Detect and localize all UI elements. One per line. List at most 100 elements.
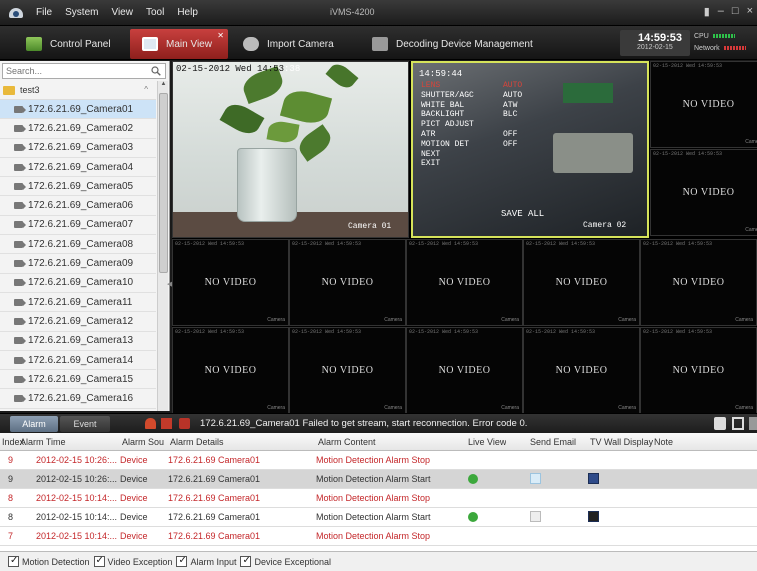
column-header[interactable]: Alarm Content xyxy=(318,437,376,447)
filter-video-exception-checkbox[interactable] xyxy=(93,555,105,567)
pin-icon[interactable] xyxy=(714,417,726,430)
camera-tree-item[interactable]: 172.6.21.69_Camera02 xyxy=(0,119,156,139)
camera-tree-item[interactable]: 172.6.21.69_Camera14 xyxy=(0,351,156,371)
scroll-up-icon[interactable]: ▲ xyxy=(159,81,168,90)
camera-tree-item[interactable]: 172.6.21.69_Camera09 xyxy=(0,254,156,274)
video-cell-empty[interactable]: 02-15-2012 Wed 14:59:53 NO VIDEO Camera xyxy=(289,239,406,326)
tab-import-camera[interactable]: Import Camera xyxy=(235,29,355,59)
scroll-thumb[interactable] xyxy=(159,93,168,273)
camera-tree-item[interactable]: 172.6.21.69_Camera04 xyxy=(0,158,156,178)
tv-wall-icon[interactable] xyxy=(588,511,599,522)
camera-tree-item[interactable]: 172.6.21.69_Camera15 xyxy=(0,370,156,390)
filter-motion-label: Motion Detection xyxy=(22,556,90,567)
tab-decoding-device[interactable]: Decoding Device Management xyxy=(368,29,538,59)
column-header[interactable]: TV Wall Display xyxy=(590,437,653,447)
camera-icon xyxy=(243,37,259,51)
column-header[interactable]: Alarm Details xyxy=(170,437,224,447)
clear-alarm-icon[interactable] xyxy=(161,418,172,429)
menu-view[interactable]: View xyxy=(111,7,133,18)
video-cell-empty[interactable]: 02-15-2012 Wed 14:59:53 NO VIDEO Camera xyxy=(406,239,523,326)
menu-tool[interactable]: Tool xyxy=(146,7,164,18)
alarm-cell-time: 2012-02-15 10:26:... xyxy=(36,455,118,465)
video-cell-empty[interactable]: 02-15-2012 Wed 14:59:53 NO VIDEO Camera xyxy=(172,327,289,414)
camera-tree-item[interactable]: 172.6.21.69_Camera16 xyxy=(0,389,156,409)
menu-system[interactable]: System xyxy=(65,7,98,18)
camera-tree-item[interactable]: 172.6.21.69_Camera12 xyxy=(0,312,156,332)
tv-wall-icon[interactable] xyxy=(588,473,599,484)
camera-tree-item[interactable]: 172.6.21.69_Camera01 xyxy=(0,100,156,120)
menu-help[interactable]: Help xyxy=(177,7,198,18)
camera-tree-label: 172.6.21.69_Camera08 xyxy=(28,238,134,250)
tab-close-icon[interactable]: ✕ xyxy=(217,31,224,40)
video-cell-empty[interactable]: 02-15-2012 Wed 14:59:53 NO VIDEO Camera xyxy=(289,327,406,414)
clock-display: 14:59:53 2012-02-15 xyxy=(620,30,690,56)
menu-file[interactable]: File xyxy=(36,7,52,18)
tab-main-view[interactable]: Main View ✕ xyxy=(130,29,228,59)
vase-image xyxy=(237,148,297,222)
camera-tree-item[interactable]: 172.6.21.69_Camera05 xyxy=(0,177,156,197)
video-cell-1[interactable]: 02-15-2012 Wed 14:53:38 Camera 01 xyxy=(172,61,409,238)
column-header[interactable]: Alarm Sou xyxy=(122,437,164,447)
video-cell-2[interactable]: 14:59:44 LENS AUTO SHUTTER/AGC AUTO WHITE BA… xyxy=(411,61,649,238)
tree-group[interactable]: test3 ^ xyxy=(0,81,156,100)
email-icon[interactable] xyxy=(530,511,541,522)
close-icon[interactable]: × xyxy=(747,5,753,18)
video-cell-empty[interactable]: 02-15-2012 Wed 14:59:53 NO VIDEO Camera xyxy=(523,327,640,414)
osd-item-label: WHITE BAL xyxy=(421,100,465,110)
camera-tree-item[interactable]: 172.6.21.69_Camera13 xyxy=(0,332,156,351)
camera-icon xyxy=(14,317,26,325)
video-cell-empty[interactable]: 02-15-2012 Wed 14:59:53 NO VIDEO Camera xyxy=(172,239,289,326)
tab-control-panel[interactable]: Control Panel xyxy=(14,29,124,59)
alarm-row[interactable]: 8 2012-02-15 10:14:... Device 172.6.21.69 C… xyxy=(0,508,757,527)
camera-tree-label: 172.6.21.69_Camera09 xyxy=(28,258,134,270)
search-input[interactable] xyxy=(3,64,143,78)
camera-tree-item[interactable]: 172.6.21.69_Camera06 xyxy=(0,196,156,216)
video-cell-empty[interactable]: 02-15-2012 Wed 14:59:53 NO VIDEO Camera xyxy=(640,327,757,414)
filter-motion-checkbox[interactable] xyxy=(8,555,19,567)
camera-tree-label: 172.6.21.69_Camera03 xyxy=(28,142,134,154)
cell-timestamp: 02-15-2012 Wed 14:59:53 xyxy=(175,241,245,247)
alarm-row[interactable]: 8 2012-02-15 10:14:... Device 172.6.21.69 C… xyxy=(0,489,757,508)
video-cell-empty[interactable]: 02-15-2012 Wed 14:59:53 NO VIDEO Camera xyxy=(640,239,757,326)
decoder-icon xyxy=(372,37,388,51)
lock-icon[interactable]: ▮ xyxy=(704,5,710,18)
tab-alarm[interactable]: Alarm xyxy=(10,416,58,432)
column-header[interactable]: Send Email xyxy=(530,437,576,447)
camera-tree-label: 172.6.21.69_Camera04 xyxy=(28,161,134,173)
video-cell-empty[interactable]: 02-15-2012 Wed 14:59:53 NO VIDEO Camera xyxy=(650,61,757,148)
maximize-panel-icon[interactable] xyxy=(732,417,744,430)
collapse-icon[interactable]: ^ xyxy=(144,85,148,94)
panel-menu-icon[interactable] xyxy=(749,417,757,430)
column-header[interactable]: Alarm Time xyxy=(20,437,66,447)
maximize-icon[interactable]: □ xyxy=(732,5,739,18)
search-icon[interactable] xyxy=(151,66,161,76)
email-icon[interactable] xyxy=(530,473,541,484)
window-controls: ▮ – □ × xyxy=(704,5,753,18)
alarm-row[interactable]: 7 2012-02-15 10:14:... Device 172.6.21.69 C… xyxy=(0,527,757,546)
tree-scrollbar[interactable]: ▲ xyxy=(157,81,168,411)
video-cell-empty[interactable]: 02-15-2012 Wed 14:59:53 NO VIDEO Camera xyxy=(650,149,757,236)
live-view-icon[interactable] xyxy=(468,512,478,522)
tab-event[interactable]: Event xyxy=(60,416,110,432)
column-header[interactable]: Live View xyxy=(468,437,506,447)
camera-tree-item[interactable]: 172.6.21.69_Camera11 xyxy=(0,293,156,313)
minimize-icon[interactable]: – xyxy=(718,5,724,18)
alarm-bell-icon[interactable] xyxy=(145,418,156,429)
camera-tree-item[interactable]: 172.6.21.69_Camera10 xyxy=(0,274,156,293)
column-header[interactable]: Note xyxy=(654,437,673,447)
live-view-icon[interactable] xyxy=(468,474,478,484)
filter-device-exception-checkbox[interactable] xyxy=(240,555,252,567)
alarm-row[interactable]: 9 2012-02-15 10:26:... Device 172.6.21.69 C… xyxy=(0,470,757,489)
alarm-row[interactable]: 9 2012-02-15 10:26:... Device 172.6.21.69 C… xyxy=(0,451,757,470)
system-stats: CPU Network xyxy=(694,30,754,56)
alarm-cell-time: 2012-02-15 10:14:... xyxy=(36,531,118,541)
camera-icon xyxy=(14,260,26,268)
camera-tree-item[interactable]: 172.6.21.69_Camera08 xyxy=(0,235,156,255)
camera-tree-item[interactable]: 172.6.21.69_Camera07 xyxy=(0,216,156,236)
search-box xyxy=(2,63,166,79)
camera-tree-item[interactable]: 172.6.21.69_Camera03 xyxy=(0,139,156,158)
video-cell-empty[interactable]: 02-15-2012 Wed 14:59:53 NO VIDEO Camera xyxy=(406,327,523,414)
filter-alarm-input-checkbox[interactable] xyxy=(176,555,188,567)
sound-icon[interactable] xyxy=(179,418,190,429)
video-cell-empty[interactable]: 02-15-2012 Wed 14:59:53 NO VIDEO Camera xyxy=(523,239,640,326)
